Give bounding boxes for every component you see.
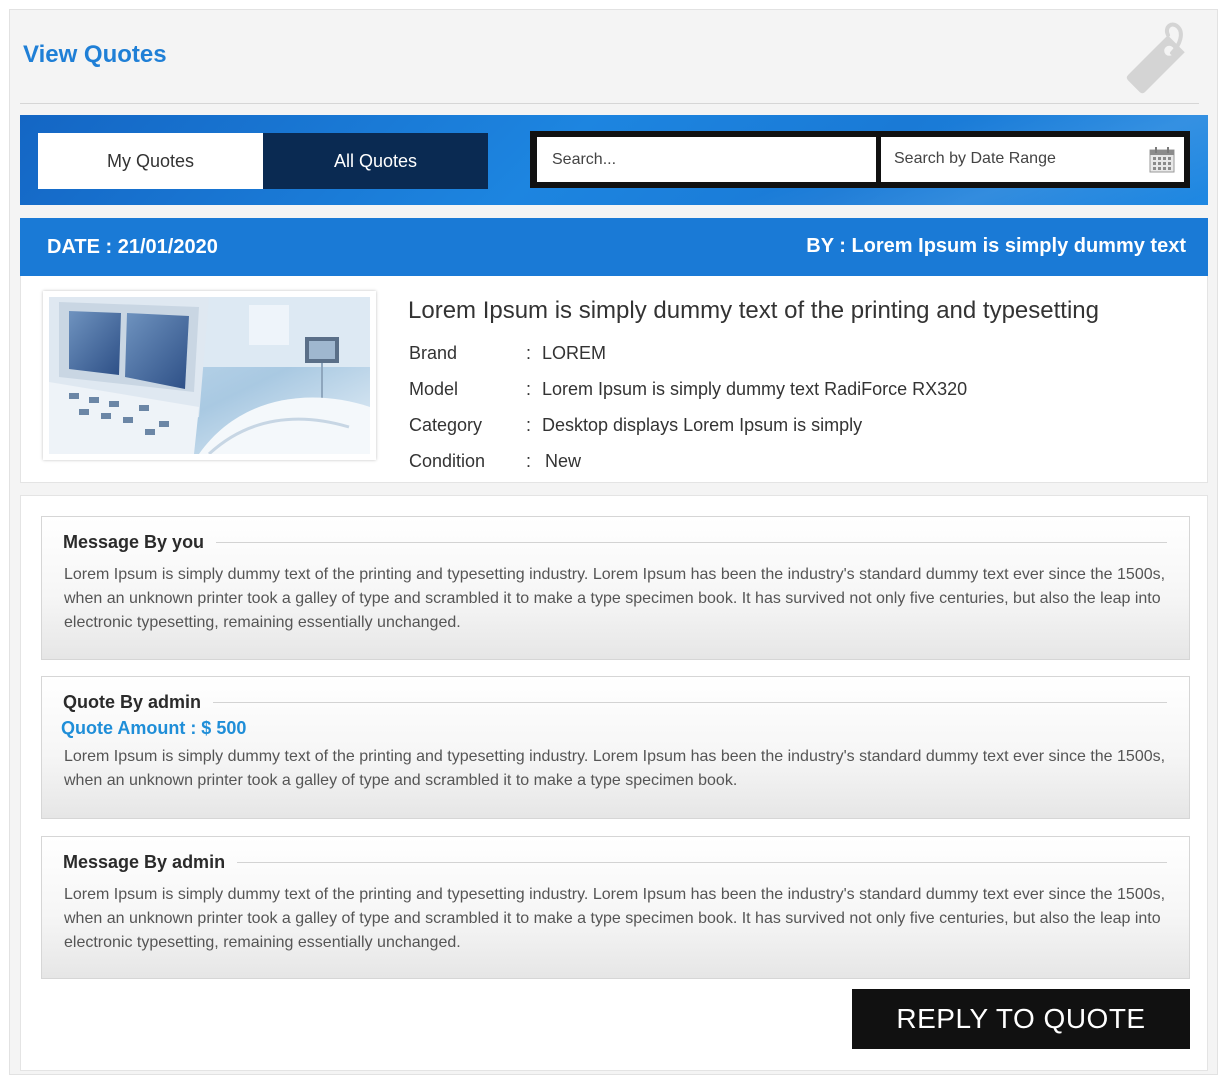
calendar-icon[interactable] bbox=[1149, 146, 1175, 173]
spec-key: Brand bbox=[409, 343, 458, 363]
spec-value: New bbox=[545, 451, 582, 471]
message-body: Lorem Ipsum is simply dummy text of the … bbox=[64, 566, 1166, 631]
spec-value: Desktop displays Lorem Ipsum is simply bbox=[542, 415, 863, 435]
search-input[interactable] bbox=[537, 137, 876, 182]
view-quotes-panel: View Quotes My Quotes All Quotes Search … bbox=[9, 9, 1218, 1075]
price-tag-icon bbox=[1126, 22, 1185, 94]
tab-my-quotes[interactable]: My Quotes bbox=[38, 133, 263, 189]
medical-equipment-image bbox=[49, 297, 370, 454]
quote-card: Quote By admin Quote Amount : $ 500 Lore… bbox=[41, 676, 1190, 819]
product-card: Lorem Ipsum is simply dummy text of the … bbox=[20, 276, 1208, 483]
spec-brand: Brand: LOREM bbox=[409, 343, 607, 363]
title-divider bbox=[20, 103, 1199, 104]
product-image[interactable] bbox=[43, 291, 376, 460]
spec-value: LOREM bbox=[542, 343, 607, 363]
message-heading: Message By admin bbox=[63, 852, 1167, 873]
date-range-field[interactable]: Search by Date Range bbox=[881, 137, 1184, 182]
quote-amount: Quote Amount : $ 500 bbox=[61, 718, 247, 738]
message-heading: Message By you bbox=[63, 532, 1167, 553]
message-body: Lorem Ipsum is simply dummy text of the … bbox=[64, 886, 1166, 951]
product-title: Lorem Ipsum is simply dummy text of the … bbox=[408, 297, 1099, 324]
quotes-toolbar: My Quotes All Quotes Search by Date Rang… bbox=[20, 115, 1208, 205]
search-group: Search by Date Range bbox=[530, 131, 1190, 188]
quote-header-bar: DATE : 21/01/2020 BY : Lorem Ipsum is si… bbox=[20, 218, 1208, 276]
message-body: Lorem Ipsum is simply dummy text of the … bbox=[64, 748, 1166, 789]
quote-heading: Quote By admin bbox=[63, 692, 1167, 713]
spec-value: Lorem Ipsum is simply dummy text RadiFor… bbox=[542, 379, 968, 399]
reply-to-quote-button[interactable]: REPLY TO QUOTE bbox=[852, 989, 1190, 1049]
quote-author: BY : Lorem Ipsum is simply dummy text bbox=[806, 235, 1186, 257]
page-title: View Quotes bbox=[23, 41, 167, 68]
spec-key: Category bbox=[409, 415, 483, 435]
spec-key: Model bbox=[409, 379, 459, 399]
date-range-label: Search by Date Range bbox=[894, 150, 1056, 167]
spec-model: Model: Lorem Ipsum is simply dummy text R… bbox=[409, 379, 968, 399]
message-card: Message By admin Lorem Ipsum is simply d… bbox=[41, 836, 1190, 979]
message-card: Message By you Lorem Ipsum is simply dum… bbox=[41, 516, 1190, 660]
quote-date: DATE : 21/01/2020 bbox=[47, 236, 218, 258]
spec-condition: Condition: New bbox=[409, 451, 582, 471]
spec-category: Category: Desktop displays Lorem Ipsum is… bbox=[409, 415, 863, 435]
spec-key: Condition bbox=[409, 451, 486, 471]
message-thread: Message By you Lorem Ipsum is simply dum… bbox=[20, 495, 1208, 1071]
tab-all-quotes[interactable]: All Quotes bbox=[263, 133, 488, 189]
